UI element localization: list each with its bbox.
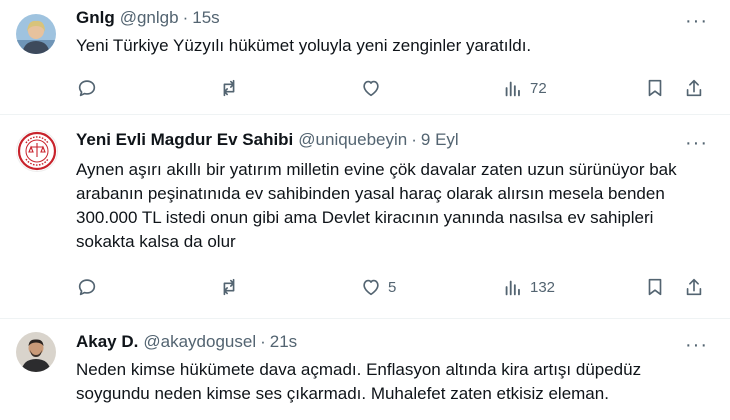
separator-dot: · bbox=[260, 332, 266, 351]
views-count: 72 bbox=[530, 79, 547, 97]
bookmark-icon bbox=[648, 79, 662, 97]
like-button[interactable]: 5 bbox=[360, 276, 396, 298]
heart-icon bbox=[363, 80, 379, 97]
avatar[interactable] bbox=[16, 332, 56, 372]
display-name[interactable]: Akay D. bbox=[76, 332, 138, 352]
user-handle[interactable]: @gnlgb bbox=[120, 8, 179, 28]
like-count: 5 bbox=[388, 278, 397, 296]
retweet-icon bbox=[223, 278, 235, 296]
user-handle[interactable]: @uniquebeyin bbox=[298, 130, 407, 150]
action-bar: 5 132 bbox=[66, 276, 716, 300]
timestamp[interactable]: 21s bbox=[270, 332, 297, 352]
views-chart-icon bbox=[505, 280, 520, 296]
tweet-header: Akay D. @akaydogusel · 21s bbox=[76, 332, 297, 352]
avatar[interactable] bbox=[16, 14, 56, 54]
reply-button[interactable] bbox=[76, 77, 98, 99]
reply-icon bbox=[78, 279, 96, 296]
separator-dot: · bbox=[411, 130, 417, 149]
tweet-text: Neden kimse hükümete dava açmadı. Enflas… bbox=[76, 360, 642, 403]
share-button[interactable] bbox=[683, 276, 705, 298]
bookmark-button[interactable] bbox=[644, 276, 666, 298]
user-handle[interactable]: @akaydogusel bbox=[143, 332, 256, 352]
tweet[interactable]: Gnlg @gnlgb · 15s ··· Yeni Türkiye Yüzyı… bbox=[0, 0, 730, 115]
timestamp[interactable]: 15s bbox=[192, 8, 219, 28]
tweet-text: Yeni Türkiye Yüzyılı hükümet yoluyla yen… bbox=[76, 36, 532, 55]
share-icon bbox=[686, 79, 702, 97]
bookmark-icon bbox=[648, 278, 662, 296]
views-button[interactable]: 132 bbox=[502, 276, 555, 298]
tweet-header: Yeni Evli Magdur Ev Sahibi @uniquebeyin … bbox=[76, 130, 459, 150]
display-name[interactable]: Yeni Evli Magdur Ev Sahibi bbox=[76, 130, 293, 150]
retweet-button[interactable] bbox=[218, 77, 240, 99]
share-button[interactable] bbox=[683, 77, 705, 99]
reply-icon bbox=[78, 80, 96, 97]
retweet-icon bbox=[223, 79, 235, 97]
tweet-text: Aynen aşırı akıllı bir yatırım milletin … bbox=[76, 160, 677, 251]
like-button[interactable] bbox=[360, 77, 388, 99]
bookmark-button[interactable] bbox=[644, 77, 666, 99]
reply-button[interactable] bbox=[76, 276, 98, 298]
tweet-header: Gnlg @gnlgb · 15s bbox=[76, 8, 220, 28]
retweet-button[interactable] bbox=[218, 276, 240, 298]
display-name[interactable]: Gnlg bbox=[76, 8, 115, 28]
separator-dot: · bbox=[182, 8, 189, 27]
action-bar: 72 bbox=[66, 77, 716, 101]
more-options-button[interactable]: ··· bbox=[685, 133, 708, 153]
views-count: 132 bbox=[530, 278, 556, 296]
views-chart-icon bbox=[505, 81, 520, 97]
share-icon bbox=[686, 278, 702, 296]
tweet[interactable]: Yeni Evli Magdur Ev Sahibi @uniquebeyin … bbox=[0, 116, 730, 319]
tweet-feed: Gnlg @gnlgb · 15s ··· Yeni Türkiye Yüzyı… bbox=[0, 0, 730, 420]
heart-icon bbox=[363, 279, 379, 296]
more-options-button[interactable]: ··· bbox=[685, 11, 708, 31]
tweet[interactable]: Akay D. @akaydogusel · 21s ··· Neden kim… bbox=[0, 320, 730, 420]
timestamp[interactable]: 9 Eyl bbox=[421, 130, 459, 150]
avatar[interactable] bbox=[16, 130, 58, 172]
more-options-button[interactable]: ··· bbox=[685, 335, 708, 355]
views-button[interactable]: 72 bbox=[502, 77, 547, 99]
